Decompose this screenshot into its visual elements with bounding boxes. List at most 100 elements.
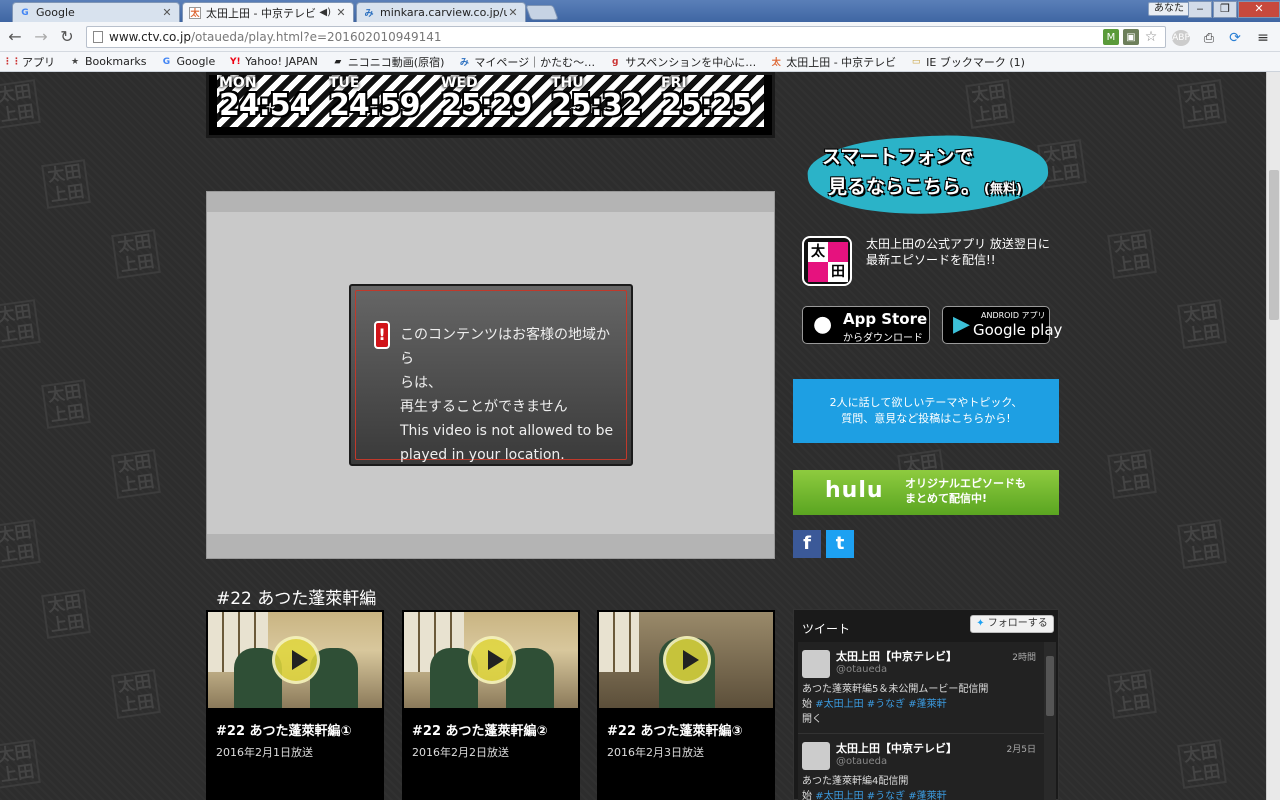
- tab-title: minkara.carview.co.jp/user/: [380, 6, 507, 19]
- google-play-button[interactable]: ▶ ANDROID アプリ Google play: [942, 306, 1062, 344]
- bookmark-star-icon[interactable]: ☆: [1143, 29, 1159, 45]
- google-icon: G: [162, 56, 171, 67]
- extension-m-icon[interactable]: M: [1103, 29, 1119, 45]
- tweet-item[interactable]: 太田上田【中京テレビ】 @otaueda 2月5日 あつた蓬萊軒編4配信開 始 …: [798, 734, 1044, 800]
- reload-icon[interactable]: ↻: [58, 28, 76, 46]
- hashtag-link[interactable]: #太田上田 #うなぎ #蓬萊軒: [815, 791, 947, 800]
- back-arrow-icon[interactable]: ←: [6, 28, 24, 46]
- tweet-time[interactable]: 2時間: [1012, 650, 1036, 663]
- scroll-thumb[interactable]: [1046, 656, 1054, 716]
- app-store-button[interactable]: ● App Store からダウンロード: [802, 306, 930, 344]
- error-dialog: ! このコンテンツはお客様の地域から らは、 再生することができません This…: [349, 284, 633, 466]
- watermark-logo: 太田上田: [1177, 519, 1227, 569]
- watermark-logo: 太田上田: [1177, 79, 1227, 129]
- forward-arrow-icon[interactable]: →: [32, 28, 50, 46]
- sync-icon[interactable]: ⟳: [1226, 30, 1244, 46]
- error-message: このコンテンツはお客様の地域から らは、 再生することができません This v…: [400, 327, 614, 463]
- smartphone-free: (無料): [984, 182, 1022, 197]
- page-scrollbar[interactable]: [1266, 72, 1280, 800]
- smartphone-banner[interactable]: スマートフォンで 見るならこちら。 (無料): [805, 127, 1058, 223]
- tweet-item[interactable]: 太田上田【中京テレビ】 @otaueda 2時間 あつた蓬萊軒編5＆未公開ムービ…: [798, 642, 1044, 734]
- close-icon[interactable]: ✕: [161, 6, 173, 19]
- watermark-logo: 太田上田: [111, 229, 161, 279]
- restore-button[interactable]: ❐: [1213, 1, 1237, 18]
- bookmark-goo[interactable]: g サスペンションを中心に…: [609, 54, 756, 70]
- app-store-sublabel: からダウンロード: [843, 333, 923, 344]
- yahoo-icon: Y!: [229, 56, 241, 67]
- browser-toolbar: ← → ↻ www.ctv.co.jp/otaueda/play.html?e=…: [0, 22, 1280, 52]
- play-icon[interactable]: [468, 636, 516, 684]
- tab-title: Google: [36, 6, 75, 19]
- app-icon-cell: [828, 242, 848, 262]
- google-favicon-icon: G: [21, 7, 29, 18]
- episode-card[interactable]: #22 あつた蓬萊軒編① 2016年2月1日放送: [206, 610, 384, 800]
- scroll-thumb[interactable]: [1269, 170, 1279, 320]
- tweet-scrollbar[interactable]: [1044, 642, 1056, 800]
- bookmark-apps[interactable]: ⋮⋮ アプリ: [3, 54, 55, 70]
- otaueda-favicon-icon: 太: [189, 6, 201, 19]
- tab-otaueda[interactable]: 太 太田上田 - 中京テレビ ◀) ✕: [182, 2, 354, 22]
- watermark-logo: 太田上田: [41, 589, 91, 639]
- tweet-handle[interactable]: @otaueda: [836, 664, 887, 675]
- close-icon[interactable]: ✕: [507, 6, 519, 19]
- schedule-day: TUE 24:59: [329, 75, 420, 123]
- schedule-day: WED 25:29: [441, 75, 532, 123]
- bookmark-yahoo[interactable]: Y! Yahoo! JAPAN: [229, 55, 318, 68]
- smartphone-line2: 見るならこちら。: [828, 176, 981, 198]
- avatar[interactable]: [802, 650, 830, 678]
- bookmark-bookmarks[interactable]: ★ Bookmarks: [69, 55, 147, 68]
- follow-button[interactable]: ✦ フォローする: [970, 615, 1054, 633]
- tweets-header: ツイート: [802, 622, 851, 636]
- menu-icon[interactable]: ≡: [1254, 30, 1272, 46]
- twitter-icon[interactable]: t: [826, 530, 854, 558]
- episode-title[interactable]: #22 あつた蓬萊軒編②: [412, 720, 548, 739]
- tweet-handle[interactable]: @otaueda: [836, 756, 887, 767]
- address-bar[interactable]: www.ctv.co.jp/otaueda/play.html?e=201602…: [86, 26, 1166, 48]
- avatar[interactable]: [802, 742, 830, 770]
- bookmark-niconico[interactable]: ▰ ニコニコ動画(原宿): [332, 54, 444, 70]
- hashtag-link[interactable]: #太田上田 #うなぎ #蓬萊軒: [815, 699, 947, 710]
- tweet-text: あつた蓬萊軒編5＆未公開ムービー配信開 始 #太田上田 #うなぎ #蓬萊軒 開く: [802, 684, 989, 725]
- star-icon: ★: [70, 56, 80, 67]
- episode-thumbnail[interactable]: [208, 612, 382, 708]
- extension-image-icon[interactable]: ▣: [1123, 29, 1139, 45]
- episode-heading: #22 あつた蓬萊軒編: [216, 589, 377, 609]
- app-icon[interactable]: 太 田: [802, 236, 852, 286]
- minimize-button[interactable]: ‒: [1188, 1, 1212, 18]
- episode-card[interactable]: #22 あつた蓬萊軒編③ 2016年2月3日放送: [597, 610, 775, 800]
- tab-google[interactable]: G Google ✕: [12, 2, 180, 22]
- episode-title[interactable]: #22 あつた蓬萊軒編①: [216, 720, 352, 739]
- new-tab-button[interactable]: [525, 5, 559, 20]
- topic-submit-button[interactable]: 2人に話して欲しいテーマやトピック、 質問、意見など投稿はこちらから!: [793, 379, 1059, 443]
- facebook-icon[interactable]: f: [793, 530, 821, 558]
- profile-badge[interactable]: あなた: [1148, 2, 1190, 16]
- page-content: 太田 上田 太田 上田 太田 上田 太田 上田 太田 上田 太田 上田 太田 上田 太田 上田 …: [0, 72, 1266, 800]
- play-icon[interactable]: [272, 636, 320, 684]
- tab-minkara[interactable]: み minkara.carview.co.jp/user/ ✕: [356, 2, 526, 22]
- play-icon[interactable]: [663, 636, 711, 684]
- player-top-bar: [207, 192, 774, 212]
- bookmark-ie-folder[interactable]: ▭ IE ブックマーク (1): [910, 54, 1025, 70]
- hulu-banner[interactable]: hulu オリジナルエピソードも まとめて配信中!: [793, 470, 1059, 515]
- tab-strip: G Google ✕ 太 太田上田 - 中京テレビ ◀) ✕ み minkara…: [0, 0, 1280, 22]
- adblock-icon[interactable]: ABP: [1172, 30, 1190, 46]
- app-icon-cell: [808, 262, 828, 282]
- episode-title[interactable]: #22 あつた蓬萊軒編③: [607, 720, 743, 739]
- video-player[interactable]: ! このコンテンツはお客様の地域から らは、 再生することができません This…: [206, 191, 775, 559]
- tweet-time[interactable]: 2月5日: [1007, 742, 1036, 755]
- episode-card[interactable]: #22 あつた蓬萊軒編② 2016年2月2日放送: [402, 610, 580, 800]
- tweet-author[interactable]: 太田上田【中京テレビ】: [836, 648, 957, 664]
- apple-icon: ●: [813, 312, 833, 337]
- speaker-icon[interactable]: ◀): [319, 7, 331, 18]
- topic-line: 2人に話して欲しいテーマやトピック、: [829, 396, 1023, 409]
- tweet-author[interactable]: 太田上田【中京テレビ】: [836, 740, 957, 756]
- bookmark-google[interactable]: G Google: [160, 55, 216, 68]
- bookmark-minkara[interactable]: みマイページ｜かたむ〜…: [458, 54, 595, 70]
- window-close-button[interactable]: ✕: [1238, 1, 1280, 18]
- episode-thumbnail[interactable]: [599, 612, 773, 708]
- otaueda-icon: 太: [771, 58, 781, 68]
- close-icon[interactable]: ✕: [335, 6, 347, 19]
- bookmark-otaueda[interactable]: 太太田上田 - 中京テレビ: [770, 54, 896, 70]
- episode-thumbnail[interactable]: [404, 612, 578, 708]
- printer-icon[interactable]: ⎙: [1200, 30, 1218, 46]
